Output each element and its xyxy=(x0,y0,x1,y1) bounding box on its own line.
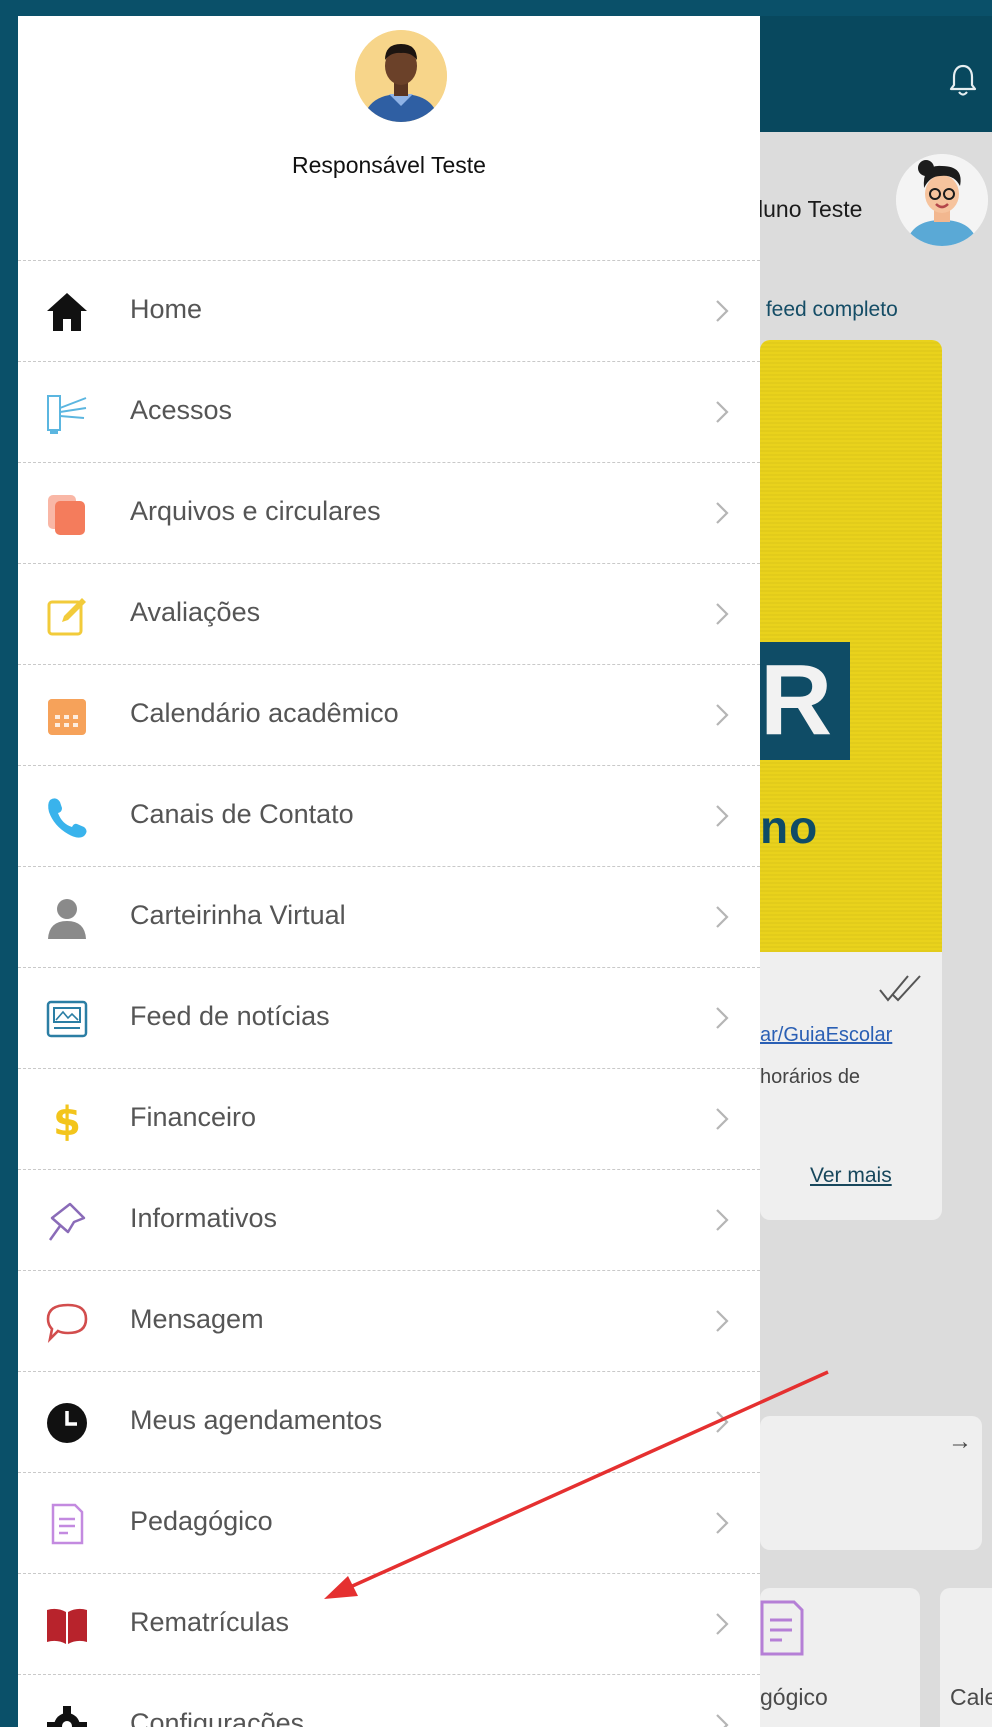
menu-item-files[interactable]: Arquivos e circulares xyxy=(18,462,760,563)
menu-item-chat[interactable]: Mensagem xyxy=(18,1270,760,1371)
menu-item-dollar[interactable]: $ Financeiro xyxy=(18,1068,760,1169)
chevron-right-icon xyxy=(716,1411,729,1433)
menu-item-label: Home xyxy=(130,294,203,324)
menu-item-home[interactable]: Home xyxy=(18,260,760,361)
chevron-right-icon xyxy=(716,1209,729,1231)
chevron-right-icon xyxy=(716,805,729,827)
menu-item-label: Feed de notícias xyxy=(130,1001,330,1031)
calendar-icon xyxy=(48,699,86,735)
user-name: Responsável Teste xyxy=(292,152,486,178)
tile-calendario-label: Caler xyxy=(950,1684,992,1710)
double-check-icon xyxy=(879,975,921,1002)
chevron-right-icon xyxy=(716,1108,729,1130)
chevron-right-icon xyxy=(716,1714,729,1727)
menu-item-label: Informativos xyxy=(130,1203,278,1233)
turnstile-icon xyxy=(47,395,87,434)
chevron-right-icon xyxy=(716,502,729,524)
menu-item-label: Calendário acadêmico xyxy=(130,698,399,728)
menu-item-gear[interactable]: Configurações xyxy=(18,1674,760,1727)
chevron-right-icon xyxy=(716,300,729,322)
chevron-right-icon xyxy=(716,1613,729,1635)
home-icon xyxy=(47,293,87,331)
menu-item-label: Meus agendamentos xyxy=(130,1405,383,1435)
drawer-menu: Home Acessos Arquivos e circulares Avaliaçõ… xyxy=(18,260,760,1727)
gear-icon xyxy=(47,1706,87,1727)
menu-item-label: Financeiro xyxy=(130,1102,257,1132)
menu-item-clock[interactable]: Meus agendamentos xyxy=(18,1371,760,1472)
menu-item-label: Canais de Contato xyxy=(130,799,354,829)
feed-card-snippet: horários de xyxy=(760,1066,861,1088)
svg-text:$: $ xyxy=(53,1099,81,1143)
menu-item-edit-note[interactable]: Avaliações xyxy=(18,563,760,664)
person-icon xyxy=(48,899,86,939)
chevron-right-icon xyxy=(716,603,729,625)
student-name: luno Teste xyxy=(758,196,863,222)
menu-item-calendar[interactable]: Calendário acadêmico xyxy=(18,664,760,765)
chevron-right-icon xyxy=(716,906,729,928)
chevron-right-icon xyxy=(716,401,729,423)
read-more-link[interactable]: Ver mais xyxy=(810,1164,892,1188)
menu-item-label: Rematrículas xyxy=(130,1607,290,1637)
student-avatar[interactable] xyxy=(896,154,988,246)
menu-item-document[interactable]: Pedagógico xyxy=(18,1472,760,1573)
chevron-right-icon xyxy=(716,704,729,726)
dollar-icon: $ xyxy=(53,1099,81,1143)
menu-item-label: Configurações xyxy=(130,1708,305,1727)
feed-card-link[interactable]: ar/GuiaEscolar xyxy=(760,1024,892,1047)
menu-item-phone[interactable]: Canais de Contato xyxy=(18,765,760,866)
clock-icon xyxy=(47,1403,87,1443)
menu-item-turnstile[interactable]: Acessos xyxy=(18,361,760,462)
chevron-right-icon xyxy=(716,1310,729,1332)
files-icon xyxy=(48,495,85,535)
app-screen: luno Teste r feed completo R no ar/GuiaE… xyxy=(18,16,992,1727)
user-avatar[interactable] xyxy=(355,30,447,122)
menu-item-label: Mensagem xyxy=(130,1304,264,1334)
book-icon xyxy=(47,1608,87,1644)
feed-banner-image: R no xyxy=(760,340,942,952)
menu-item-news[interactable]: Feed de notícias xyxy=(18,967,760,1068)
banner-letter: R xyxy=(760,644,833,756)
menu-item-label: Acessos xyxy=(130,395,233,425)
phone-icon xyxy=(48,798,87,838)
menu-item-label: Avaliações xyxy=(130,597,261,627)
pin-icon xyxy=(48,1202,86,1241)
menu-item-label: Carteirinha Virtual xyxy=(130,900,346,930)
view-full-feed-link[interactable]: r feed completo xyxy=(753,298,898,322)
menu-item-book[interactable]: Rematrículas xyxy=(18,1573,760,1674)
tile-pedagogico-label: gógico xyxy=(760,1684,828,1710)
chat-icon xyxy=(46,1303,88,1343)
bell-icon[interactable] xyxy=(948,62,978,98)
arrow-right-icon[interactable]: → xyxy=(948,1428,972,1456)
document-icon xyxy=(51,1503,84,1545)
banner-word: no xyxy=(760,801,819,853)
menu-item-pin[interactable]: Informativos xyxy=(18,1169,760,1270)
menu-item-person[interactable]: Carteirinha Virtual xyxy=(18,866,760,967)
document-icon xyxy=(760,1600,804,1656)
navigation-drawer: Responsável Teste Home Acessos Arquivos e … xyxy=(18,16,760,1727)
menu-item-label: Arquivos e circulares xyxy=(130,496,381,526)
news-icon xyxy=(46,1000,88,1038)
chevron-right-icon xyxy=(716,1512,729,1534)
chevron-right-icon xyxy=(716,1007,729,1029)
edit-note-icon xyxy=(47,598,86,636)
menu-item-label: Pedagógico xyxy=(130,1506,273,1536)
